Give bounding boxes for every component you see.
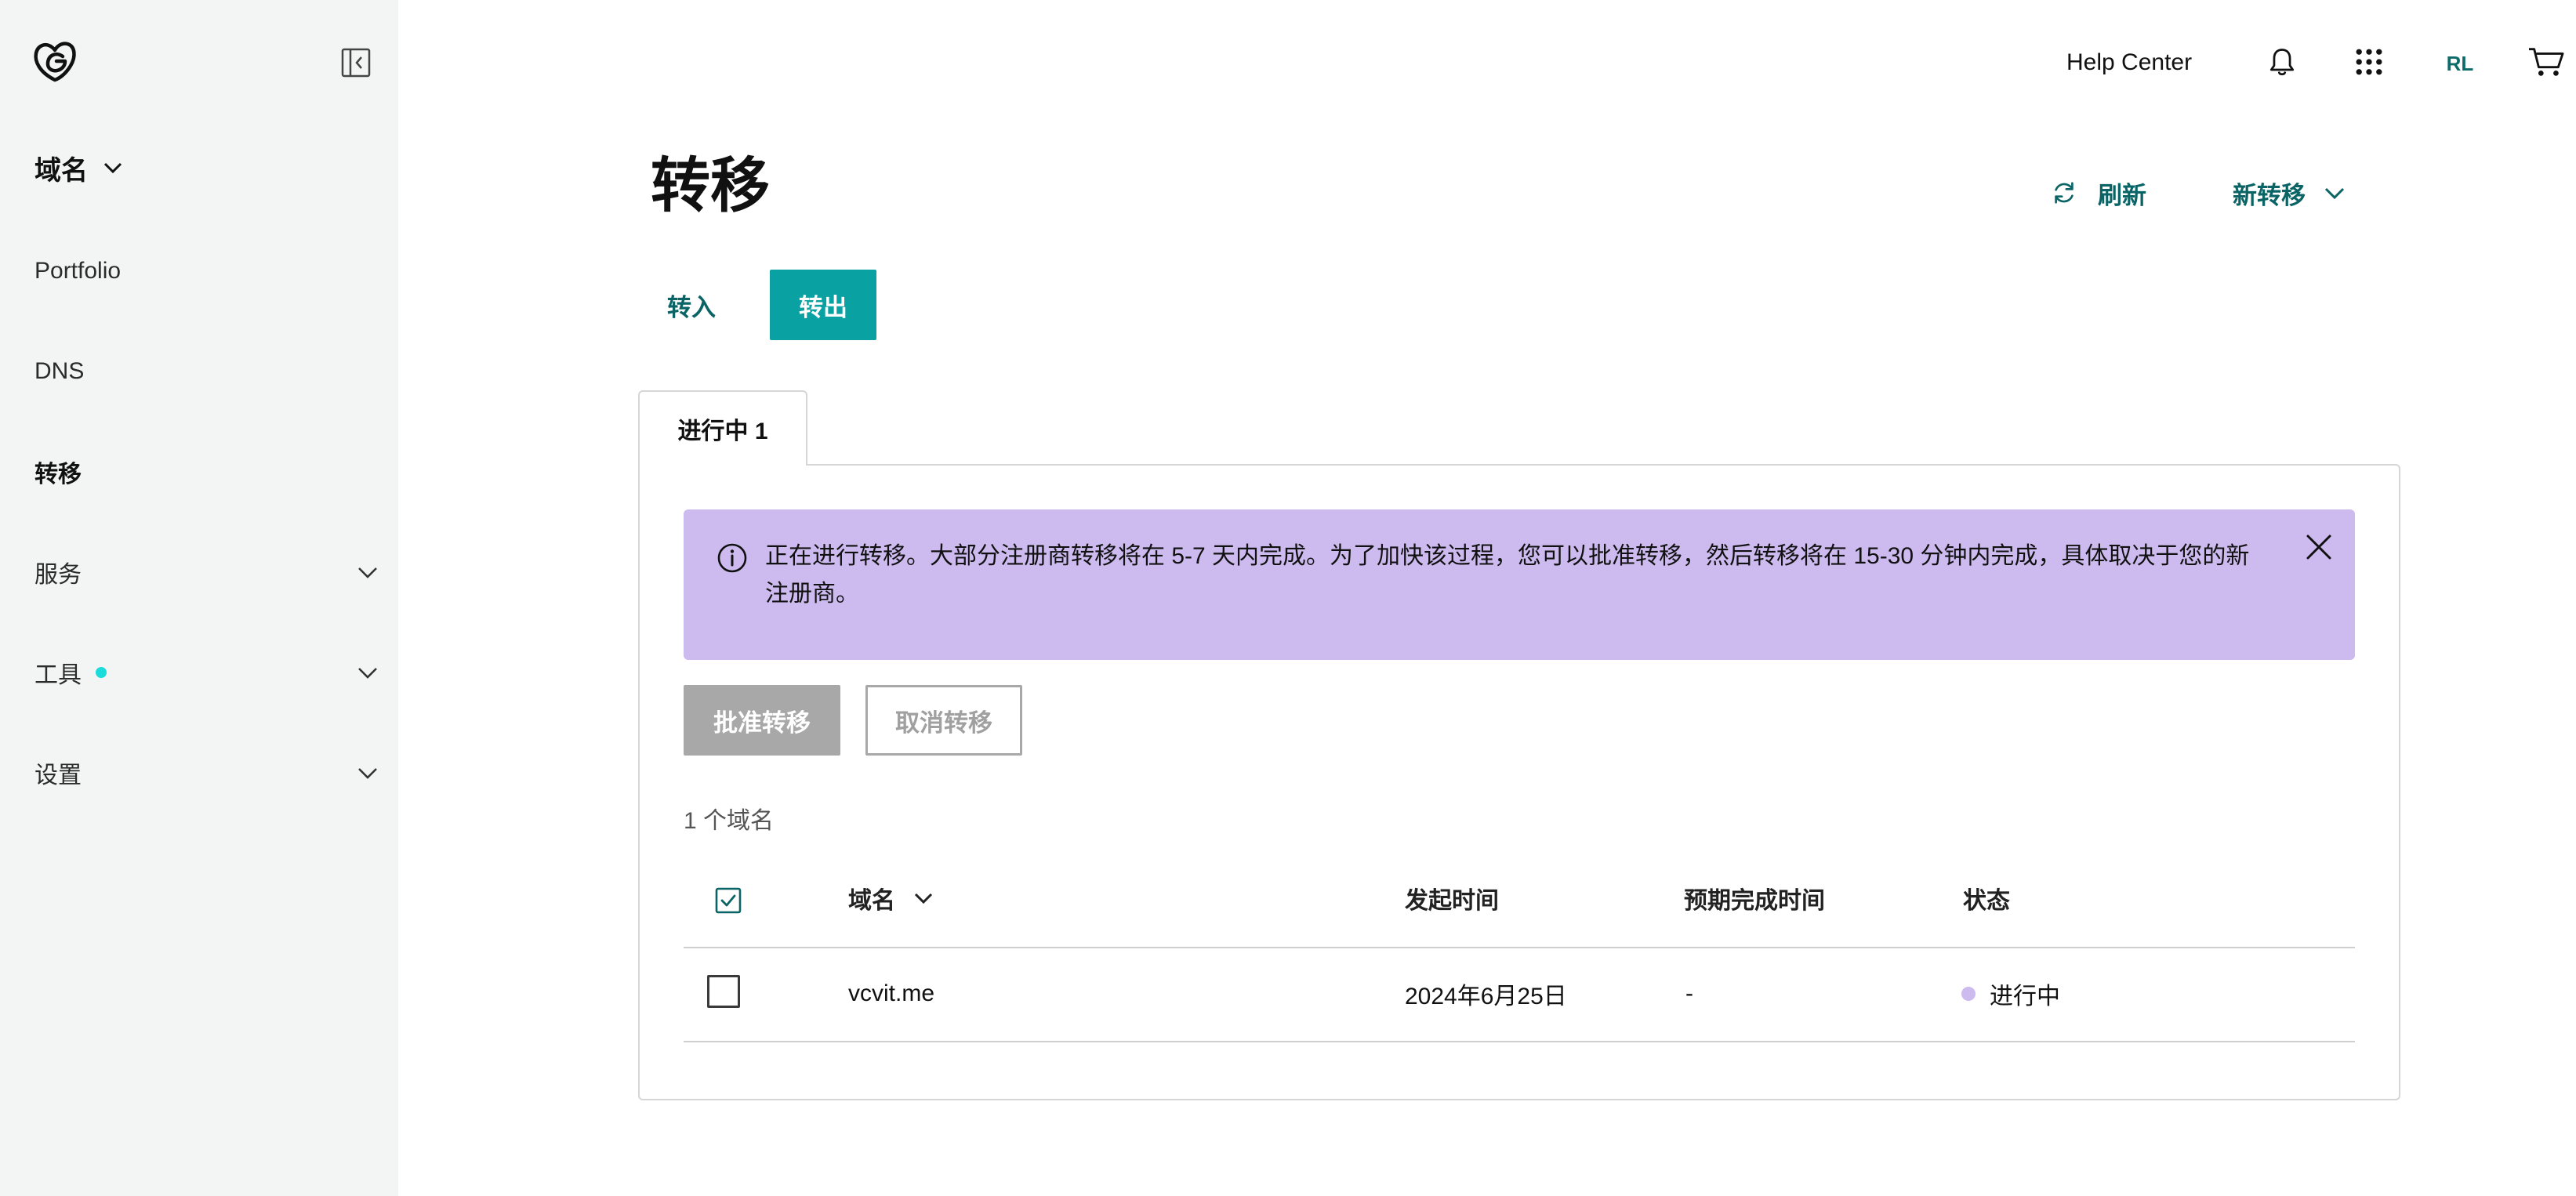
page-title: 转移 — [651, 153, 770, 219]
sidebar-item-portfolio[interactable]: Portfolio — [34, 248, 379, 295]
sidebar-item-services[interactable]: 服务 — [34, 549, 379, 596]
column-header-expected: 预期完成时间 — [1684, 888, 1825, 914]
sidebar-item-label: Portfolio — [34, 258, 122, 284]
table-divider — [684, 1041, 2355, 1042]
refresh-icon — [2055, 182, 2073, 204]
domain-count: 1 个域名 — [684, 808, 775, 834]
chevron-down-icon — [358, 668, 377, 679]
apps-grid-icon[interactable] — [2351, 44, 2387, 80]
chevron-down-icon — [358, 567, 377, 578]
column-header-label: 域名 — [848, 888, 895, 914]
sidebar-item-dns[interactable]: DNS — [34, 348, 379, 395]
new-transfer-label: 新转移 — [2233, 181, 2306, 209]
column-header-initiated: 发起时间 — [1405, 888, 1499, 914]
godaddy-logo-icon[interactable] — [31, 41, 78, 85]
notification-dot — [96, 667, 107, 678]
sidebar-item-label: 工具 — [34, 662, 82, 688]
sidebar-item-tools[interactable]: 工具 — [34, 649, 379, 696]
column-header-domain[interactable]: 域名 — [848, 879, 934, 917]
transfer-in-button[interactable]: 转入 — [652, 270, 731, 340]
domain-menu-label: 域名 — [34, 155, 88, 186]
sidebar-item-label: DNS — [34, 358, 85, 384]
table-divider — [684, 947, 2355, 948]
sidebar-item-settings[interactable]: 设置 — [34, 749, 379, 796]
info-alert: 正在进行转移。大部分注册商转移将在 5-7 天内完成。为了加快该过程，您可以批准… — [684, 509, 2355, 660]
status-dot — [1961, 987, 1976, 1001]
cell-initiated: 2024年6月25日 — [1405, 984, 1567, 1009]
alert-message: 正在进行转移。大部分注册商转移将在 5-7 天内完成。为了加快该过程，您可以批准… — [765, 543, 2250, 607]
chevron-down-icon — [358, 768, 377, 779]
tab-in-progress[interactable]: 进行中 1 — [638, 390, 807, 466]
transfer-out-button[interactable]: 转出 — [770, 270, 876, 340]
column-header-status: 状态 — [1963, 888, 2010, 914]
sidebar: 域名 Portfolio DNS 转移 服务 工具 设置 — [0, 0, 398, 1196]
sidebar-item-label: 设置 — [34, 763, 82, 788]
row-checkbox[interactable] — [707, 975, 740, 1008]
sidebar-item-transfers[interactable]: 转移 — [34, 448, 379, 495]
cancel-transfer-button[interactable]: 取消转移 — [865, 685, 1022, 756]
cell-domain[interactable]: vcvit.me — [848, 975, 934, 1013]
sidebar-item-label-wrap: 工具 — [34, 655, 107, 690]
sidebar-item-label: 服务 — [34, 562, 82, 588]
sidebar-item-label: 转移 — [34, 462, 82, 487]
cell-expected: - — [1685, 980, 1693, 1006]
new-transfer-button[interactable]: 新转移 — [2233, 172, 2346, 213]
refresh-label: 刷新 — [2098, 181, 2146, 209]
collapse-sidebar-icon[interactable] — [340, 47, 372, 78]
cart-icon[interactable] — [2526, 44, 2567, 80]
help-center-link[interactable]: Help Center — [2066, 45, 2192, 80]
info-icon — [717, 543, 747, 573]
approve-transfer-button[interactable]: 批准转移 — [684, 685, 840, 756]
close-icon[interactable] — [2302, 530, 2336, 564]
avatar[interactable]: RL — [2438, 45, 2482, 82]
select-all-checkbox[interactable] — [715, 887, 742, 914]
cell-status: 进行中 — [1961, 975, 2060, 1013]
chevron-down-icon — [103, 162, 122, 174]
domain-menu-button[interactable]: 域名 — [34, 146, 124, 190]
refresh-button[interactable]: 刷新 — [2051, 172, 2146, 213]
bell-icon[interactable] — [2264, 44, 2300, 80]
status-label: 进行中 — [1990, 984, 2060, 1009]
chevron-down-icon — [2324, 187, 2345, 200]
chevron-down-icon — [914, 893, 933, 904]
